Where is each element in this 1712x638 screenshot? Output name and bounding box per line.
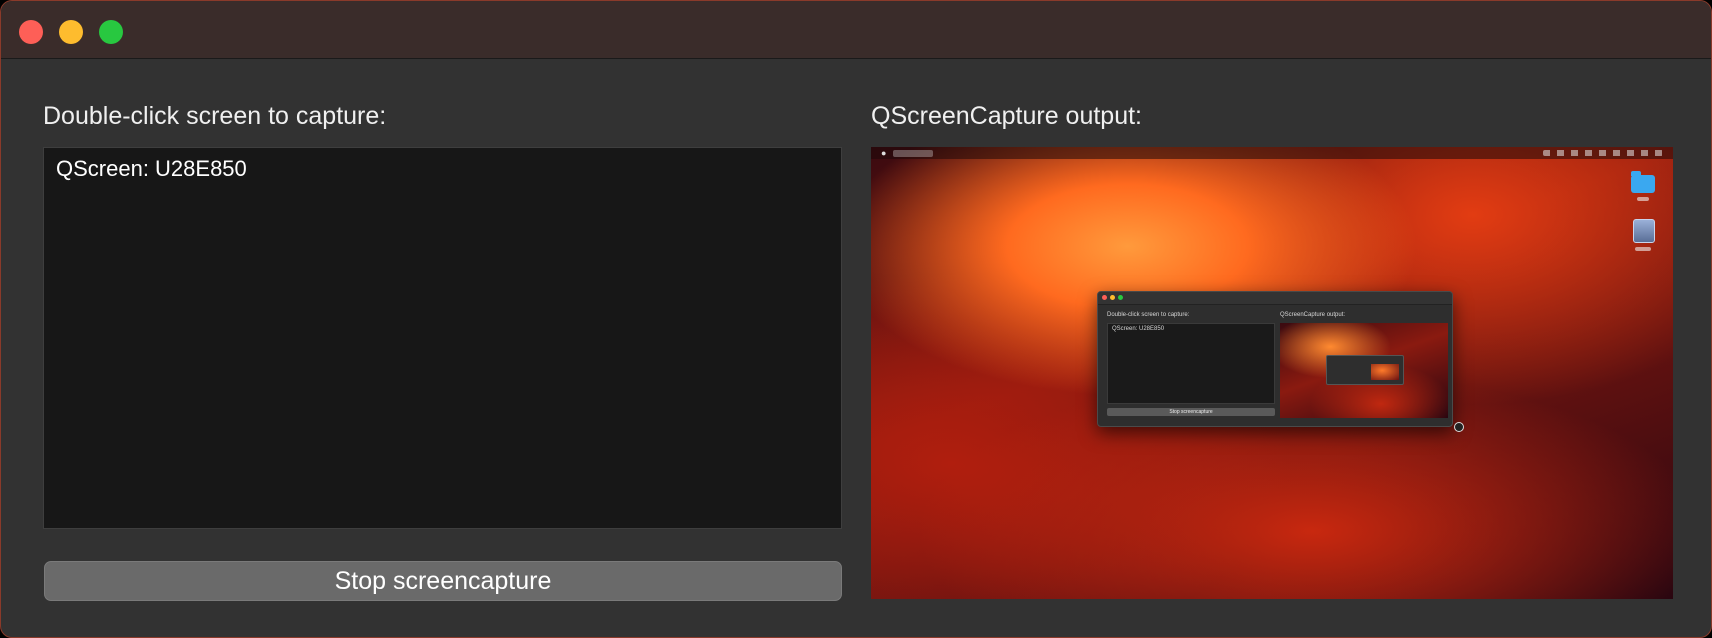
preview-screen-list: QScreen: U28E850	[1107, 323, 1275, 404]
folder-icon	[1631, 171, 1655, 193]
screen-list-label: Double-click screen to capture:	[43, 102, 387, 130]
apple-icon: ●	[881, 148, 887, 158]
preview-nested-capture-inner	[1371, 364, 1399, 380]
preview-title-bar	[1098, 292, 1452, 305]
capture-output-label: QScreenCapture output:	[871, 102, 1142, 130]
preview-status-icons	[1543, 150, 1663, 156]
preview-menu-title	[893, 150, 933, 157]
app-window: Double-click screen to capture: QScreenC…	[0, 0, 1712, 638]
preview-minimize-dot	[1110, 295, 1115, 300]
preview-left-label: Double-click screen to capture:	[1107, 312, 1190, 318]
maximize-window-button[interactable]	[99, 20, 123, 44]
minimize-window-button[interactable]	[59, 20, 83, 44]
screen-list[interactable]: QScreen: U28E850	[43, 147, 842, 529]
preview-screen-item: QScreen: U28E850	[1112, 326, 1165, 332]
drive-icon	[1633, 219, 1655, 243]
preview-right-label: QScreenCapture output:	[1280, 312, 1346, 318]
preview-app-window: Double-click screen to capture: QScreenC…	[1097, 291, 1453, 427]
screen-list-item[interactable]: QScreen: U28E850	[56, 156, 247, 182]
preview-stop-button-label: Stop screencapture	[1169, 409, 1213, 415]
folder-caption	[1637, 197, 1649, 201]
title-bar	[1, 1, 1711, 59]
stop-screencapture-button[interactable]: Stop screencapture	[44, 561, 842, 601]
preview-menu-bar: ●	[871, 147, 1673, 159]
cursor-icon	[1454, 422, 1464, 432]
preview-maximize-dot	[1118, 295, 1123, 300]
preview-stop-button: Stop screencapture	[1107, 408, 1275, 416]
preview-nested-capture	[1280, 323, 1448, 418]
drive-caption	[1635, 247, 1651, 251]
preview-close-dot	[1102, 295, 1107, 300]
close-window-button[interactable]	[19, 20, 43, 44]
capture-preview: ● Double-click screen to capture: QScree…	[871, 147, 1673, 599]
preview-nested-window	[1326, 355, 1404, 385]
